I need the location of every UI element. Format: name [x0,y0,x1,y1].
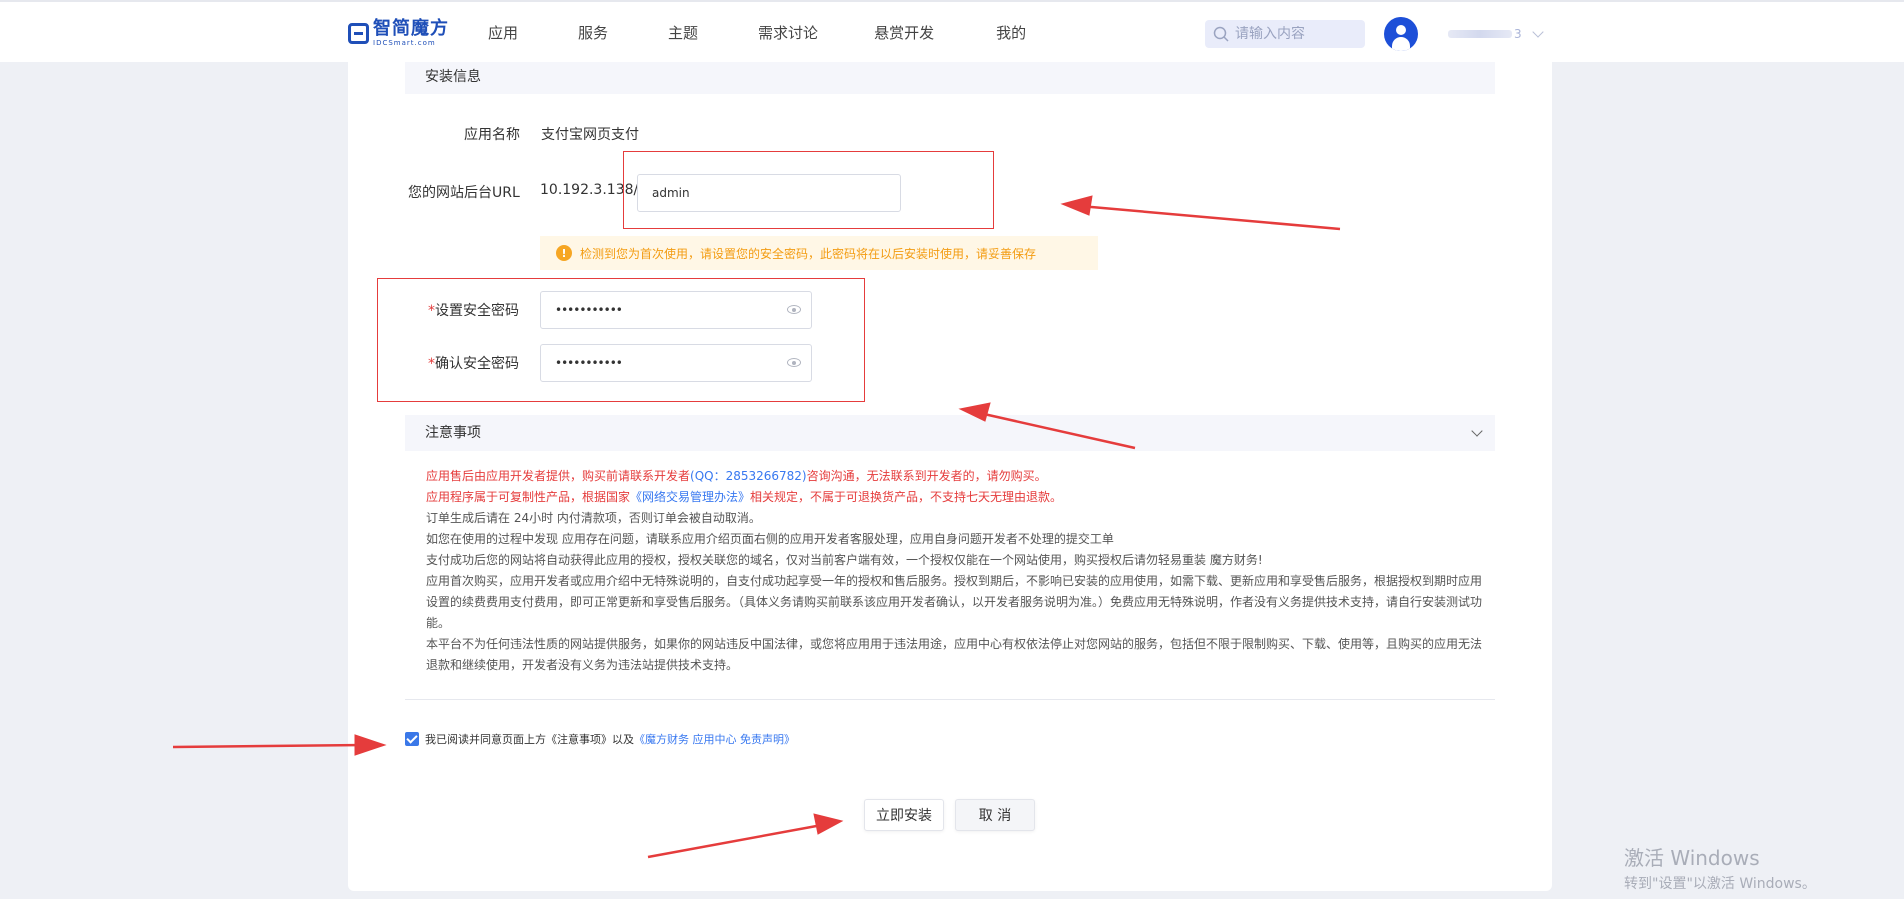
windows-activation-watermark: 激活 Windows 转到"设置"以激活 Windows。 [1624,842,1816,893]
avatar[interactable] [1384,17,1418,51]
app-name-value: 支付宝网页支付 [541,127,639,143]
notice-line: 应用售后由应用开发者提供，购买前请联系开发者(QQ：2853266782)咨询沟… [426,469,1047,483]
top-nav-bar: 智简魔方 IDCSmart.com 应用 服务 主题 需求讨论 悬赏开发 我的 … [0,0,1904,62]
logo-subtext: IDCSmart.com [373,38,436,47]
notice-line: 本平台不为任何违法性质的网站提供服务，如果你的网站违反中国法律，或您将应用用于违… [426,637,1483,672]
notice-line: 订单生成后请在 24小时 内付清款项，否则订单会被自动取消。 [426,511,761,525]
notice-line: 如您在使用的过程中发现 应用存在问题，请联系应用介绍页面右侧的应用开发者客服处理… [426,532,1114,546]
search-icon [1213,26,1229,42]
notice-title: 注意事项 [425,425,481,441]
agreement-row: 我已阅读并同意页面上方《注意事项》以及 《魔方财务 应用中心 免责声明》 [405,731,795,747]
notice-header[interactable]: 注意事项 [405,415,1495,451]
alert-text: 检测到您为首次使用，请设置您的安全密码，此密码将在以后安装时使用，请妥善保存 [580,246,1037,261]
install-info-header: 安装信息 [405,62,1495,94]
notice-line: 应用首次购买，应用开发者或应用介绍中无特殊说明的，自支付成功起享受一年的授权和售… [426,574,1483,630]
user-menu[interactable]: 3 [1448,26,1544,41]
username-suffix: 3 [1514,27,1522,41]
nav-item-discussion[interactable]: 需求讨论 [758,22,818,43]
annotation-box-url [623,151,994,229]
username-blurred [1448,30,1512,38]
search-box[interactable] [1205,20,1365,48]
nav-item-mine[interactable]: 我的 [996,22,1026,43]
watermark-title: 激活 Windows [1624,846,1760,870]
url-label: 您的网站后台URL [408,185,520,201]
chevron-down-icon [1531,26,1544,38]
nav-item-themes[interactable]: 主题 [668,22,698,43]
warning-icon: ! [556,245,572,261]
annotation-box-password [377,278,865,402]
agree-text: 我已阅读并同意页面上方《注意事项》以及 [425,733,634,746]
logo[interactable]: 智简魔方 IDCSmart.com [348,18,449,48]
first-use-alert: ! 检测到您为首次使用，请设置您的安全密码，此密码将在以后安装时使用，请妥善保存 [540,236,1098,270]
search-input[interactable] [1235,26,1355,42]
cancel-button[interactable]: 取 消 [955,799,1035,831]
notice-line: 支付成功后您的网站将自动获得此应用的授权，授权关联您的域名，仅对当前客户端有效，… [426,553,1263,567]
arrow-to-checkbox [172,743,366,749]
divider [405,699,1495,700]
disclaimer-link[interactable]: 《魔方财务 应用中心 免责声明》 [634,731,795,747]
main-nav: 应用 服务 主题 需求讨论 悬赏开发 我的 [488,22,1026,43]
notice-line: 应用程序属于可复制性产品，根据国家《网络交易管理办法》相关规定，不属于可退换货产… [426,490,1063,504]
trade-regulation-link[interactable]: 《网络交易管理办法》 [630,490,750,504]
notice-content: 应用售后由应用开发者提供，购买前请联系开发者(QQ：2853266782)咨询沟… [426,466,1486,676]
watermark-subtitle: 转到"设置"以激活 Windows。 [1624,876,1816,892]
nav-item-services[interactable]: 服务 [578,22,608,43]
chevron-down-icon [1471,425,1483,437]
logo-text: 智简魔方 [373,17,449,39]
agree-checkbox[interactable] [405,732,419,746]
logo-icon [348,22,369,44]
nav-item-apps[interactable]: 应用 [488,22,518,43]
app-name-label: 应用名称 [464,127,520,143]
install-button[interactable]: 立即安装 [864,799,944,831]
nav-item-bounty[interactable]: 悬赏开发 [874,22,934,43]
